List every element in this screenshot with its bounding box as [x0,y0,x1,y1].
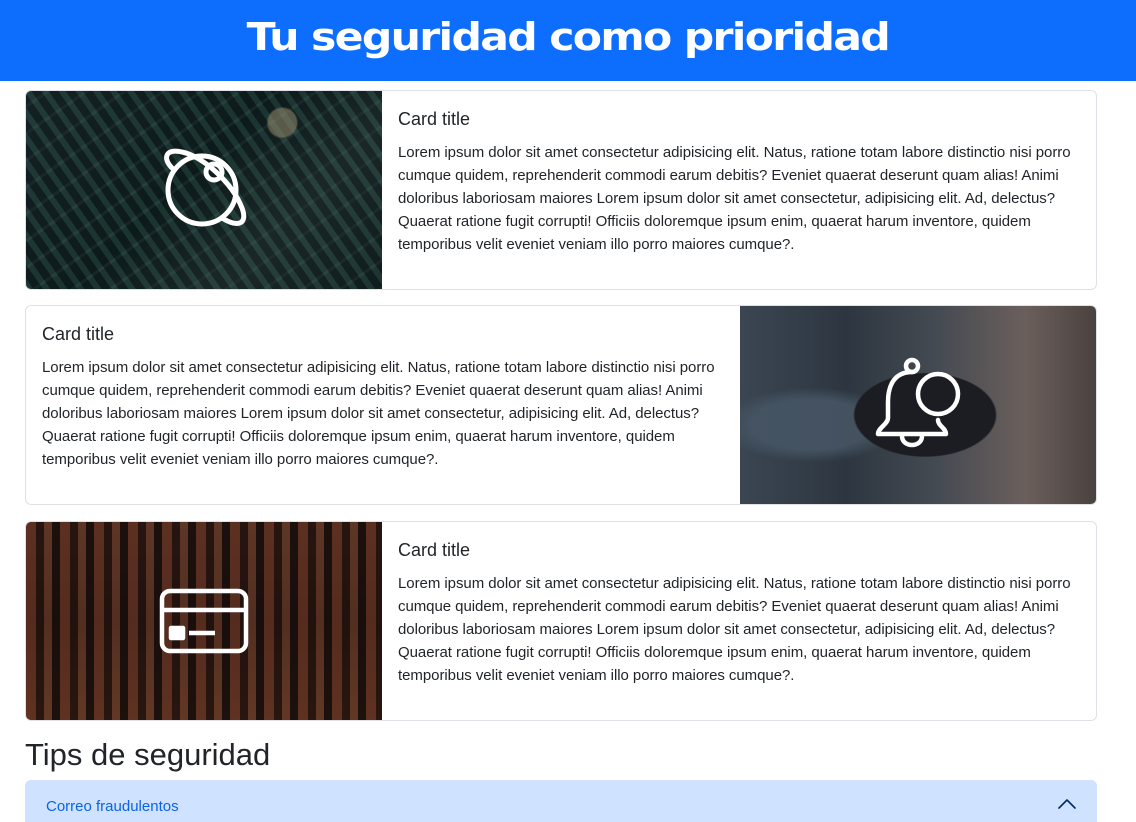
card-image-smartwatch [740,306,1096,504]
security-card-2: Card title Lorem ipsum dolor sit amet co… [25,305,1097,505]
accordion-button-label: Correo fraudulentos [46,798,179,815]
planet-icon [164,148,247,227]
credit-card-icon [159,588,249,654]
card-title: Card title [398,540,471,560]
card-image-circuit-board [26,91,382,289]
page-title: Tu seguridad como prioridad [246,14,891,59]
card-text: Lorem ipsum dolor sit amet consectetur a… [398,144,1071,253]
card-body: Card title Lorem ipsum dolor sit amet co… [382,522,1096,720]
card-title: Card title [42,324,115,344]
card-body: Card title Lorem ipsum dolor sit amet co… [382,91,1096,289]
chevron-up-icon[interactable] [1058,798,1076,810]
card-image-wallets [26,522,382,720]
card-title: Card title [398,109,471,129]
security-card-1: Card title Lorem ipsum dolor sit amet co… [25,90,1097,290]
card-body: Card title Lorem ipsum dolor sit amet co… [26,306,740,504]
hero-banner: Tu seguridad como prioridad [0,0,1136,81]
card-text: Lorem ipsum dolor sit amet consectetur a… [42,359,715,468]
accordion-item-correo-fraudulentos[interactable]: Correo fraudulentos [25,780,1097,822]
tips-section-title: Tips de seguridad [25,737,271,772]
bell-notification-icon [875,357,961,448]
security-card-3: Card title Lorem ipsum dolor sit amet co… [25,521,1097,721]
card-text: Lorem ipsum dolor sit amet consectetur a… [398,575,1071,684]
